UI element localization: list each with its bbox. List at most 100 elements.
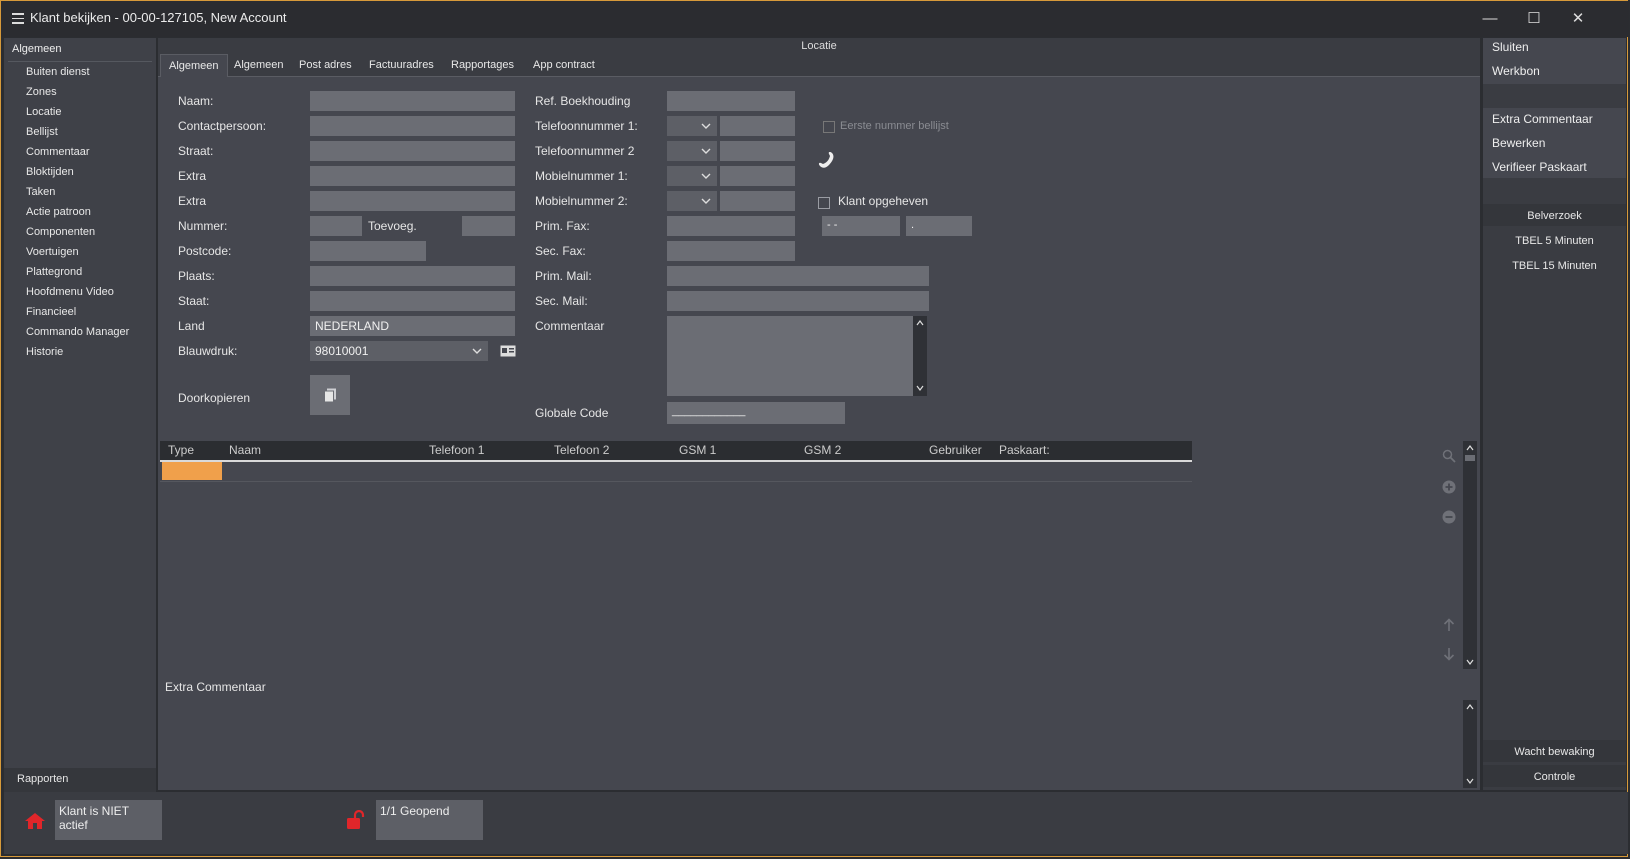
extra-commentaar-textarea[interactable] bbox=[162, 700, 1462, 788]
grid-col-gebruiker[interactable]: Gebruiker bbox=[929, 443, 982, 457]
tel1-field[interactable] bbox=[720, 116, 795, 136]
grid-col-telefoon1[interactable]: Telefoon 1 bbox=[429, 443, 484, 457]
sidebar-item-componenten[interactable]: Componenten bbox=[26, 226, 95, 238]
plaats-field[interactable] bbox=[310, 266, 515, 286]
sidebar-item-commando-manager[interactable]: Commando Manager bbox=[26, 326, 129, 338]
tel2-prefix-select[interactable] bbox=[667, 141, 717, 161]
mob2-prefix-select[interactable] bbox=[667, 191, 717, 211]
tab-rapportages[interactable]: Rapportages bbox=[443, 54, 522, 76]
mob2-field[interactable] bbox=[720, 191, 795, 211]
arrow-up-icon[interactable] bbox=[1442, 618, 1456, 632]
grid-scrollbar-thumb[interactable] bbox=[1465, 455, 1475, 461]
extra-commentaar-button[interactable]: Extra Commentaar bbox=[1492, 112, 1593, 126]
sidebar-item-bellijst[interactable]: Bellijst bbox=[26, 126, 58, 138]
toevoeg-field[interactable] bbox=[462, 216, 515, 236]
opgeheven-date-field[interactable]: - - bbox=[822, 216, 900, 236]
add-icon[interactable] bbox=[1442, 480, 1456, 494]
globale-code-field[interactable]: ____________ bbox=[667, 402, 845, 424]
remove-icon[interactable] bbox=[1442, 510, 1456, 524]
chevron-down-icon[interactable] bbox=[1466, 777, 1474, 785]
extra2-field[interactable] bbox=[310, 191, 515, 211]
sidebar-item-financieel[interactable]: Financieel bbox=[26, 306, 76, 318]
sidebar-item-plattegrond[interactable]: Plattegrond bbox=[26, 266, 82, 278]
search-icon[interactable] bbox=[1442, 449, 1456, 463]
grid-col-gsm1[interactable]: GSM 1 bbox=[679, 443, 716, 457]
sidebar-item-commentaar[interactable]: Commentaar bbox=[26, 146, 90, 158]
plaats-label: Plaats: bbox=[178, 269, 215, 283]
mob1-prefix-select[interactable] bbox=[667, 166, 717, 186]
extra1-field[interactable] bbox=[310, 166, 515, 186]
menu-icon[interactable] bbox=[12, 13, 24, 24]
commentaar-scrollbar[interactable] bbox=[913, 316, 927, 396]
eerste-nummer-label: Eerste nummer bellijst bbox=[840, 120, 949, 132]
wacht-bewaking-button[interactable]: Wacht bewaking bbox=[1483, 746, 1626, 758]
sidebar-item-zones[interactable]: Zones bbox=[26, 86, 57, 98]
chevron-down-icon[interactable] bbox=[1466, 658, 1474, 666]
minimize-button[interactable]: — bbox=[1474, 8, 1506, 30]
prim-fax-field[interactable] bbox=[667, 216, 795, 236]
tab-algemeen-2[interactable]: Algemeen bbox=[226, 54, 292, 76]
tel1-prefix-select[interactable] bbox=[667, 116, 717, 136]
chevron-down-icon bbox=[472, 348, 482, 354]
controle-button[interactable]: Controle bbox=[1483, 771, 1626, 783]
extra-commentaar-scrollbar[interactable] bbox=[1463, 700, 1477, 788]
tbel-15-button[interactable]: TBEL 15 Minuten bbox=[1483, 260, 1626, 272]
land-field[interactable]: NEDERLAND bbox=[310, 316, 515, 336]
werkbon-button[interactable]: Werkbon bbox=[1492, 64, 1540, 78]
blauwdruk-select[interactable]: 98010001 bbox=[310, 341, 488, 361]
naam-field[interactable] bbox=[310, 91, 515, 111]
chevron-up-icon[interactable] bbox=[916, 319, 924, 327]
sidebar-item-voertuigen[interactable]: Voertuigen bbox=[26, 246, 79, 258]
sec-fax-field[interactable] bbox=[667, 241, 795, 261]
sidebar-header[interactable]: Algemeen bbox=[12, 43, 62, 55]
verifieer-paskaart-button[interactable]: Verifieer Paskaart bbox=[1492, 160, 1587, 174]
chevron-up-icon[interactable] bbox=[1466, 444, 1474, 452]
sidebar-item-bloktijden[interactable]: Bloktijden bbox=[26, 166, 74, 178]
commentaar-textarea[interactable] bbox=[667, 316, 927, 396]
prim-mail-field[interactable] bbox=[667, 266, 929, 286]
tel2-field[interactable] bbox=[720, 141, 795, 161]
sidebar-item-buiten-dienst[interactable]: Buiten dienst bbox=[26, 66, 90, 78]
klant-opgeheven-checkbox[interactable] bbox=[818, 197, 830, 209]
ref-boekhouding-field[interactable] bbox=[667, 91, 795, 111]
staat-label: Staat: bbox=[178, 294, 210, 308]
contactpersoon-field[interactable] bbox=[310, 116, 515, 136]
sidebar-item-historie[interactable]: Historie bbox=[26, 346, 63, 358]
postcode-field[interactable] bbox=[310, 241, 426, 261]
bewerken-button[interactable]: Bewerken bbox=[1492, 136, 1545, 150]
grid-scrollbar[interactable] bbox=[1463, 441, 1477, 669]
arrow-down-icon[interactable] bbox=[1442, 647, 1456, 661]
sidebar-item-taken[interactable]: Taken bbox=[26, 186, 55, 198]
opgeheven-time-field[interactable]: . bbox=[906, 216, 972, 236]
tbel-5-button[interactable]: TBEL 5 Minuten bbox=[1483, 235, 1626, 247]
staat-field[interactable] bbox=[310, 291, 515, 311]
maximize-button[interactable]: ☐ bbox=[1518, 8, 1550, 30]
tab-algemeen-1[interactable]: Algemeen bbox=[160, 54, 228, 77]
eerste-nummer-checkbox[interactable] bbox=[823, 121, 835, 133]
sidebar-item-actie-patroon[interactable]: Actie patroon bbox=[26, 206, 91, 218]
grid-col-gsm2[interactable]: GSM 2 bbox=[804, 443, 841, 457]
mob1-field[interactable] bbox=[720, 166, 795, 186]
close-button[interactable]: ✕ bbox=[1562, 8, 1594, 30]
nummer-field[interactable] bbox=[310, 216, 362, 236]
status-bar bbox=[4, 792, 1628, 854]
sidebar-item-rapporten[interactable]: Rapporten bbox=[4, 768, 156, 792]
phone-icon[interactable] bbox=[816, 152, 836, 170]
tab-post-adres[interactable]: Post adres bbox=[291, 54, 360, 76]
sluiten-button[interactable]: Sluiten bbox=[1492, 40, 1529, 54]
grid-col-paskaart[interactable]: Paskaart: bbox=[999, 443, 1050, 457]
chevron-up-icon[interactable] bbox=[1466, 703, 1474, 711]
doorkopieren-button[interactable] bbox=[310, 375, 350, 415]
grid-col-telefoon2[interactable]: Telefoon 2 bbox=[554, 443, 609, 457]
chevron-down-icon[interactable] bbox=[916, 384, 924, 392]
sec-mail-field[interactable] bbox=[667, 291, 929, 311]
id-card-icon[interactable] bbox=[500, 345, 516, 357]
sidebar-item-hoofdmenu-video[interactable]: Hoofdmenu Video bbox=[26, 286, 114, 298]
grid-col-type[interactable]: Type bbox=[168, 443, 194, 457]
sidebar-item-locatie[interactable]: Locatie bbox=[26, 106, 61, 118]
grid-col-naam[interactable]: Naam bbox=[229, 443, 261, 457]
grid-selected-cell[interactable] bbox=[162, 462, 222, 480]
tab-app-contract[interactable]: App contract bbox=[525, 54, 603, 76]
straat-field[interactable] bbox=[310, 141, 515, 161]
tab-factuuradres[interactable]: Factuuradres bbox=[361, 54, 442, 76]
